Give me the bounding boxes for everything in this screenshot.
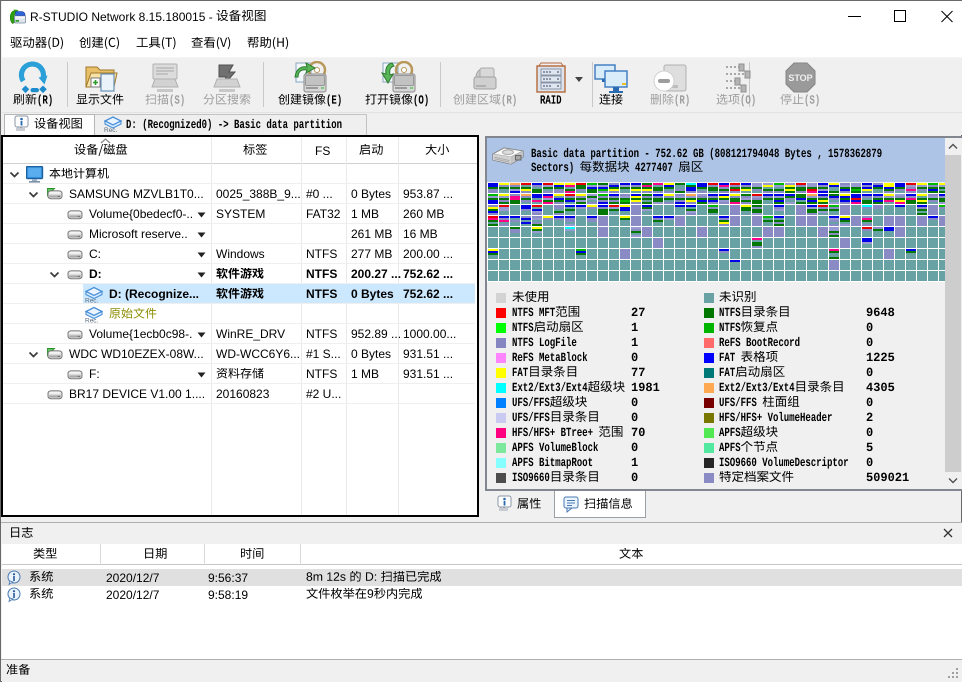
svg-text:STOP: STOP (788, 73, 812, 83)
svg-text:Rec.: Rec. (85, 298, 99, 305)
svg-text:Rec.: Rec. (104, 127, 118, 134)
svg-text:Rec.: Rec. (85, 318, 99, 325)
